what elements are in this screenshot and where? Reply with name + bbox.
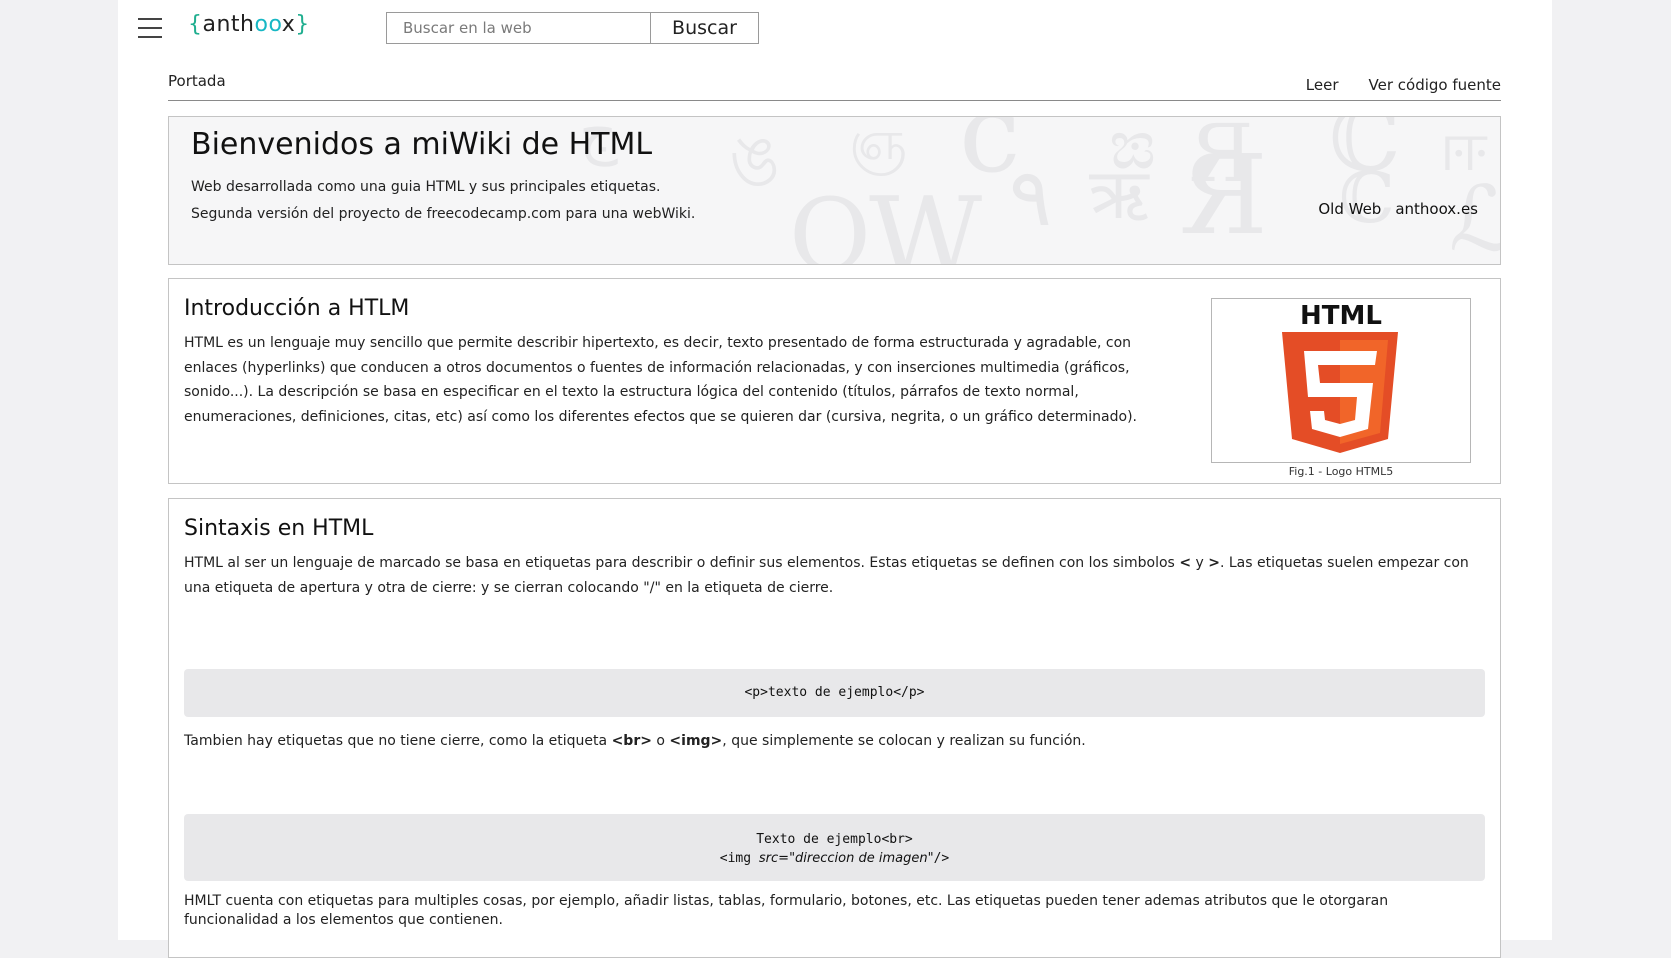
html5-logo-icon: HTML (1282, 301, 1398, 453)
search-form: Buscar (386, 12, 759, 44)
syntax-p1-text-a: HTML al ser un lenguaje de marcado se ba… (184, 555, 1180, 571)
logo-text-post: x (281, 12, 296, 37)
syntax-p2-o: o (651, 733, 670, 749)
page: {anthoox} Buscar Portada Leer Ver código… (118, 0, 1552, 958)
code-example-2-line-2: <img src="direccion de imagen"/> (184, 849, 1485, 868)
hero-description-2: Segunda versión del proyecto de freecode… (191, 206, 696, 222)
code-img-end: /> (933, 851, 950, 866)
tab-ver-codigo-fuente[interactable]: Ver código fuente (1369, 76, 1501, 94)
syntax-p2-text-b: , que simplemente se colocan y realizan … (722, 733, 1086, 749)
syntax-p1-lt: < (1179, 555, 1192, 571)
syntax-section: Sintaxis en HTML HTML al ser un lenguaje… (168, 498, 1501, 958)
syntax-p2-br-tag: <br> (611, 733, 652, 749)
syntax-p1-gt: > (1208, 555, 1220, 571)
html5-logo-title: HTML (1300, 301, 1382, 331)
code-img-attr: src="direccion de imagen" (758, 851, 934, 866)
syntax-paragraph-1: HTML al ser un lenguaje de marcado se ba… (184, 551, 1484, 600)
code-example-2: Texto de ejemplo<br> <img src="direccion… (184, 814, 1485, 881)
breadcrumb[interactable]: Portada (168, 72, 226, 90)
page-nav: Portada Leer Ver código fuente (168, 70, 1501, 101)
intro-section: Introducción a HTLM HTML es un lenguaje … (168, 278, 1501, 484)
hamburger-menu-icon[interactable] (138, 18, 162, 38)
anthoox-link[interactable]: anthoox.es (1395, 200, 1478, 218)
code-example-1: <p>texto de ejemplo</p> (184, 669, 1485, 717)
hero-description-1: Web desarrollada como una guia HTML y su… (191, 179, 661, 195)
page-tabs: Leer Ver código fuente (1306, 76, 1501, 94)
figure-caption: Fig.1 - Logo HTML5 (1288, 465, 1394, 478)
intro-title: Introducción a HTLM (184, 296, 410, 321)
hero-title: Bienvenidos a miWiki de HTML (191, 127, 653, 162)
hero-banner: ج ঙ ஞ c ಙ Я ℂ ஈ O W ٩ ऋ Я ℂ ℒ Bienvenido… (168, 116, 1501, 265)
site-logo[interactable]: {anthoox} (188, 12, 310, 37)
syntax-p3-text: HMLT cuenta con etiquetas para multiples… (184, 893, 1389, 928)
syntax-title: Sintaxis en HTML (184, 516, 374, 541)
code-example-2-line-1: Texto de ejemplo<br> (756, 832, 913, 847)
syntax-p2-text-a: Tambien hay etiquetas que no tiene cierr… (184, 733, 612, 749)
syntax-paragraph-2: Tambien hay etiquetas que no tiene cierr… (184, 729, 1484, 754)
intro-paragraph: HTML es un lenguaje muy sencillo que per… (184, 335, 1137, 425)
syntax-p2-img-tag: <img> (669, 733, 723, 749)
tab-leer[interactable]: Leer (1306, 76, 1339, 94)
search-input[interactable] (387, 13, 650, 43)
intro-text: HTML es un lenguaje muy sencillo que per… (184, 331, 1164, 429)
logo-brace-close: } (295, 12, 310, 37)
logo-text-oo: oo (254, 12, 282, 37)
old-web-link[interactable]: Old Web (1318, 200, 1381, 218)
code-img-tag: <img (719, 851, 759, 866)
html5-five-glyph (1304, 351, 1377, 437)
hero-links: Old Web anthoox.es (1318, 200, 1478, 218)
search-button[interactable]: Buscar (650, 13, 758, 43)
logo-text-pre: anth (202, 12, 255, 37)
syntax-p1-y: y (1191, 555, 1209, 571)
syntax-paragraph-3: HMLT cuenta con etiquetas para multiples… (184, 892, 1484, 930)
logo-brace-open: { (188, 12, 203, 37)
html5-logo-image: HTML (1211, 298, 1471, 463)
